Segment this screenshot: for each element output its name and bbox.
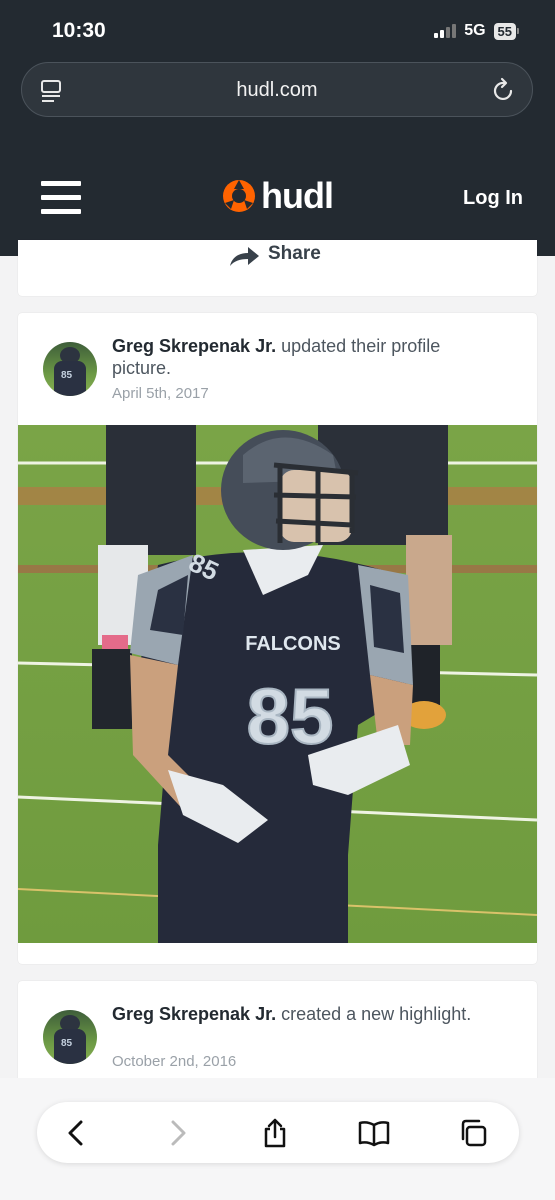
share-upload-icon[interactable] (259, 1117, 291, 1149)
avatar-number: 85 (61, 1038, 73, 1049)
hudl-logo[interactable]: hudl (220, 175, 334, 216)
chevron-left-icon[interactable] (61, 1117, 93, 1149)
share-arrow-icon (230, 247, 259, 266)
browser-top-bar: 10:30 5G 55 hudl.com hudl Log In (0, 0, 555, 256)
reload-icon[interactable] (492, 77, 516, 108)
post-author[interactable]: Greg Skrepenak Jr. (112, 1004, 276, 1024)
status-time: 10:30 (52, 19, 106, 42)
avatar[interactable]: 85 (43, 342, 97, 396)
login-link[interactable]: Log In (463, 187, 523, 210)
open-book-icon[interactable] (357, 1117, 390, 1149)
avatar-number: 85 (61, 370, 73, 381)
post-summary: Greg Skrepenak Jr. created a new highlig… (112, 1003, 492, 1025)
tabs-icon[interactable] (457, 1117, 489, 1149)
network-type: 5G (464, 22, 486, 39)
url-text[interactable]: hudl.com (22, 79, 532, 102)
toolbar-pill (37, 1102, 519, 1163)
post-author[interactable]: Greg Skrepenak Jr. (112, 336, 276, 356)
jersey-text: FALCONS (245, 633, 341, 655)
post-date: October 2nd, 2016 (112, 1053, 237, 1070)
hudl-logo-mark-icon (223, 180, 255, 212)
signal-icon (434, 24, 457, 38)
share-label: Share (268, 243, 321, 264)
battery-level: 55 (493, 22, 516, 40)
status-indicators: 5G 55 (434, 22, 519, 40)
post-action: created a new highlight. (281, 1004, 472, 1024)
browser-bottom-toolbar (0, 1078, 555, 1200)
profile-photo[interactable]: FALCONS 85 85 (18, 425, 537, 943)
chevron-right-icon[interactable] (161, 1117, 193, 1149)
address-bar[interactable]: hudl.com (21, 62, 533, 117)
share-button[interactable]: Share (228, 243, 321, 268)
avatar[interactable]: 85 (43, 1010, 97, 1064)
share-card: Share (18, 240, 537, 296)
feed-post: 85 Greg Skrepenak Jr. updated their prof… (18, 313, 537, 964)
battery-icon: 55 (493, 22, 519, 40)
brand-name: hudl (261, 175, 334, 216)
hamburger-menu-icon[interactable] (41, 181, 81, 214)
post-summary: Greg Skrepenak Jr. updated their profile… (112, 335, 492, 379)
jersey-number: 85 (247, 672, 334, 760)
post-date: April 5th, 2017 (112, 385, 209, 402)
